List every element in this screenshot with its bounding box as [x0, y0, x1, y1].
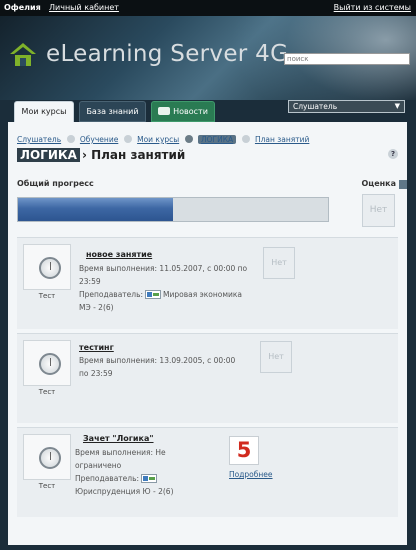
item-thumbnail[interactable]: [23, 340, 71, 386]
stopwatch-icon: [39, 353, 61, 375]
help-icon[interactable]: ?: [388, 149, 398, 159]
item-teacher: Преподаватель: Мировая экономика: [79, 288, 259, 301]
breadcrumb: Слушатель Обучение Мои курсы ЛОГИКА План…: [17, 135, 309, 144]
breadcrumb-separator-icon: [123, 135, 132, 143]
personal-cabinet-link[interactable]: Личный кабинет: [49, 3, 119, 12]
item-time-line2: по 23:59: [79, 369, 113, 378]
item-thumbnail[interactable]: [23, 244, 71, 290]
grade-label: Оценка: [361, 179, 396, 188]
item-title-link[interactable]: новое занятие: [86, 250, 152, 259]
breadcrumb-training[interactable]: Обучение: [80, 135, 118, 144]
item-thumbnail[interactable]: [23, 434, 71, 480]
item-grade-box: Нет: [260, 341, 292, 373]
overall-grade-box: Нет: [362, 194, 395, 227]
item-group: МЭ - 2(6): [79, 303, 114, 312]
list-item: Тест новое занятие Время выполнения: 11.…: [17, 237, 398, 329]
teacher-name: Юриспруденция Ю - 2(6): [75, 487, 174, 496]
item-grade-box: Нет: [263, 247, 295, 279]
news-icon: [158, 106, 171, 115]
site-logo-text: eLearning Server 4G: [46, 41, 289, 67]
item-info: Время выполнения: 11.05.2007, с 00:00 по…: [79, 262, 259, 314]
current-user-name: Офелия: [4, 3, 41, 12]
main-panel: Слушатель Обучение Мои курсы ЛОГИКА План…: [8, 122, 407, 545]
course-badge: ЛОГИКА: [17, 148, 80, 162]
item-title-link[interactable]: тестинг: [79, 343, 114, 352]
tab-knowledge-base[interactable]: База знаний: [79, 101, 146, 122]
item-time-line2: ограничено: [75, 461, 122, 470]
tab-news[interactable]: Новости: [151, 101, 215, 122]
page-title: ЛОГИКА › План занятий: [17, 148, 185, 162]
top-bar: Офелия Личный кабинет Выйти из системы: [0, 0, 416, 16]
list-item: Тест тестинг Время выполнения: 13.09.200…: [17, 333, 398, 423]
chevron-down-icon: ▼: [394, 102, 400, 110]
breadcrumb-separator-icon: [184, 135, 193, 143]
teacher-card-icon[interactable]: [141, 473, 158, 483]
breadcrumb-my-courses[interactable]: Мои курсы: [137, 135, 179, 144]
item-time-line1: Время выполнения: 13.09.2005, с 00:00: [79, 356, 236, 365]
progress-label: Общий прогресс: [17, 179, 94, 188]
item-title-link[interactable]: Зачет "Логика": [83, 434, 154, 443]
teacher-label: Преподаватель:: [75, 474, 140, 483]
breadcrumb-listener[interactable]: Слушатель: [17, 135, 61, 144]
breadcrumb-separator-icon: [241, 135, 250, 143]
item-info: Время выполнения: Не ограничено Преподав…: [75, 446, 225, 498]
stopwatch-icon: [39, 447, 61, 469]
item-type: Тест: [38, 292, 56, 300]
item-type: Тест: [38, 482, 56, 490]
logout-link[interactable]: Выйти из системы: [334, 3, 411, 12]
overall-progress-bar: [17, 197, 329, 222]
breadcrumb-lesson-plan[interactable]: План занятий: [255, 135, 309, 144]
teacher-label: Преподаватель:: [79, 290, 144, 299]
side-collapse-handle[interactable]: [399, 180, 407, 189]
list-item: Тест Зачет "Логика" Время выполнения: Не…: [17, 427, 398, 517]
item-teacher: Преподаватель:: [75, 472, 225, 485]
stopwatch-icon: [39, 257, 61, 279]
item-time-line2: 23:59: [79, 277, 101, 286]
page-title-text: › План занятий: [81, 148, 186, 162]
teacher-name: Мировая экономика: [163, 290, 243, 299]
item-info: Время выполнения: 13.09.2005, с 00:00 по…: [79, 354, 249, 380]
role-select[interactable]: Слушатель ▼: [288, 100, 405, 113]
breadcrumb-separator-icon: [66, 135, 75, 143]
tab-my-courses[interactable]: Мои курсы: [14, 101, 74, 122]
item-time-line1: Время выполнения: 11.05.2007, с 00:00 по: [79, 264, 248, 273]
item-type: Тест: [38, 388, 56, 396]
house-logo-icon: [10, 43, 36, 66]
item-time-line1: Время выполнения: Не: [75, 448, 166, 457]
teacher-card-icon[interactable]: [145, 289, 162, 299]
search-input[interactable]: поиск: [284, 53, 410, 65]
details-link[interactable]: Подробнее: [229, 470, 273, 479]
tab-news-label: Новости: [173, 107, 208, 116]
item-grade-value: 5: [229, 436, 259, 465]
progress-fill: [18, 198, 173, 221]
site-header: eLearning Server 4G поиск: [0, 16, 416, 100]
role-select-value: Слушатель: [293, 102, 338, 111]
breadcrumb-course[interactable]: ЛОГИКА: [197, 135, 237, 144]
